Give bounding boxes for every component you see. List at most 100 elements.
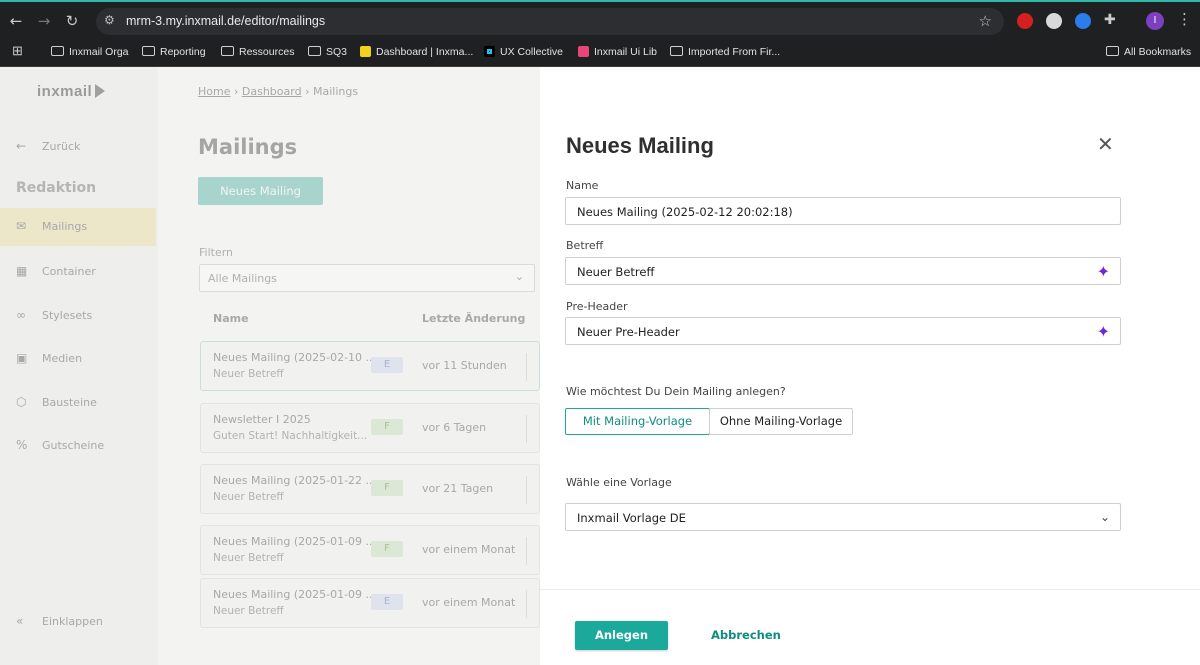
ai-sparkle-icon[interactable]: ✦ xyxy=(1097,322,1110,341)
inxmail-logo: inxmail xyxy=(37,83,106,100)
percent-icon: % xyxy=(16,438,28,452)
status-badge: F xyxy=(371,541,403,557)
breadcrumb: Home › Dashboard › Mailings xyxy=(198,85,358,98)
option-without-template[interactable]: Ohne Mailing-Vorlage xyxy=(709,408,853,435)
extension-gray-icon[interactable] xyxy=(1046,13,1062,29)
bookmark-item[interactable]: UX Collective xyxy=(484,44,563,60)
browser-toolbar: ← → ↻ ⚙ mrm-3.my.inxmail.de/editor/maili… xyxy=(0,0,1200,38)
sidebar-item-stylesets[interactable]: ∞ Stylesets xyxy=(0,297,156,335)
filter-label: Filtern xyxy=(199,246,234,259)
new-mailing-dialog: Neues Mailing ✕ Name Neues Mailing (2025… xyxy=(540,67,1200,665)
status-badge: F xyxy=(371,419,403,435)
breadcrumb-separator: › xyxy=(305,85,313,98)
bookmark-item[interactable]: SQ3 xyxy=(308,44,347,60)
extensions-puzzle-icon[interactable]: ✚ xyxy=(1104,12,1116,28)
bookmark-item[interactable]: Reporting xyxy=(142,44,206,60)
bookmark-item[interactable]: Imported From Fir... xyxy=(670,44,780,60)
breadcrumb-current: Mailings xyxy=(312,85,359,98)
template-value: Inxmail Vorlage DE xyxy=(577,511,686,525)
chevron-down-icon: ⌄ xyxy=(514,270,524,283)
page-title: Mailings xyxy=(198,135,298,159)
grid-icon: ▦ xyxy=(16,264,28,278)
folder-icon xyxy=(142,46,155,56)
sidebar-back[interactable]: ← Zurück xyxy=(0,128,156,166)
close-icon[interactable]: ✕ xyxy=(1097,134,1114,154)
status-badge: F xyxy=(371,480,403,496)
bookmarks-bar: ⊞ Inxmail Orga Reporting Ressources SQ3 … xyxy=(0,38,1200,67)
dialog-footer: Anlegen Abbrechen xyxy=(540,589,1200,665)
site-settings-icon[interactable]: ⚙ xyxy=(104,13,115,27)
table-row[interactable]: Neues Mailing (2025-01-09 ... Neuer Betr… xyxy=(200,578,540,628)
column-header-last-change[interactable]: Letzte Änderung xyxy=(422,312,525,325)
extension-blue-icon[interactable] xyxy=(1075,13,1091,29)
browser-menu-icon[interactable]: ⋮ xyxy=(1177,10,1192,28)
chevron-down-icon: ⌄ xyxy=(1099,510,1110,524)
breadcrumb-separator: › xyxy=(233,85,242,98)
table-row[interactable]: Neues Mailing (2025-02-10 ... Neuer Betr… xyxy=(200,341,540,391)
app-background: inxmail ← Zurück Redaktion ✉ Mailings ▦ … xyxy=(0,67,540,665)
double-chevron-left-icon: « xyxy=(16,614,24,628)
all-bookmarks[interactable]: All Bookmarks xyxy=(1106,44,1191,60)
divider xyxy=(526,590,527,618)
link-icon: ∞ xyxy=(16,308,26,322)
extension-red-icon[interactable] xyxy=(1017,13,1033,29)
bookmark-item[interactable]: Inxmail Ui Lib xyxy=(578,44,657,60)
subject-input[interactable]: Neuer Betreff ✦ xyxy=(565,257,1121,285)
bookmark-item[interactable]: Inxmail Orga xyxy=(51,44,129,60)
create-button[interactable]: Anlegen xyxy=(575,621,668,650)
preheader-value: Neuer Pre-Header xyxy=(577,325,680,339)
table-row[interactable]: Neues Mailing (2025-01-22 ... Neuer Betr… xyxy=(200,464,540,514)
sidebar-item-bausteine[interactable]: ⬡ Bausteine xyxy=(0,384,156,422)
breadcrumb-home[interactable]: Home xyxy=(198,85,230,98)
new-mailing-button[interactable]: Neues Mailing xyxy=(198,177,323,205)
back-arrow-icon[interactable]: ← xyxy=(6,11,26,31)
table-row[interactable]: Neues Mailing (2025-01-09 ... Neuer Betr… xyxy=(200,525,540,575)
main-content: Home › Dashboard › Mailings Mailings Neu… xyxy=(158,67,540,665)
url-text: mrm-3.my.inxmail.de/editor/mailings xyxy=(126,14,326,28)
table-row[interactable]: Newsletter I 2025 Guten Start! Nachhalti… xyxy=(200,403,540,453)
sidebar-item-container[interactable]: ▦ Container xyxy=(0,253,156,291)
subject-value: Neuer Betreff xyxy=(577,265,655,279)
preheader-label: Pre-Header xyxy=(566,300,628,313)
option-with-template[interactable]: Mit Mailing-Vorlage xyxy=(565,408,710,435)
column-header-name[interactable]: Name xyxy=(213,312,249,325)
breadcrumb-dashboard[interactable]: Dashboard xyxy=(242,85,302,98)
sidebar-item-medien[interactable]: ▣ Medien xyxy=(0,340,156,378)
subject-label: Betreff xyxy=(566,239,604,252)
arrow-left-icon: ← xyxy=(16,139,27,153)
cube-icon: ⬡ xyxy=(16,395,27,409)
name-input[interactable]: Neues Mailing (2025-02-12 20:02:18) xyxy=(565,197,1121,225)
preheader-input[interactable]: Neuer Pre-Header ✦ xyxy=(565,317,1121,345)
filter-select[interactable]: Alle Mailings ⌄ xyxy=(199,264,535,292)
cancel-button[interactable]: Abbrechen xyxy=(711,628,781,642)
creation-mode-question: Wie möchtest Du Dein Mailing anlegen? xyxy=(566,385,786,398)
reload-icon[interactable]: ↻ xyxy=(62,11,82,31)
bookmark-item[interactable]: Ressources xyxy=(221,44,294,60)
dashboard-favicon-icon xyxy=(360,46,371,57)
status-badge: E xyxy=(371,594,403,610)
folder-icon xyxy=(308,46,321,56)
ui-lib-favicon-icon xyxy=(578,46,589,57)
bookmark-item[interactable]: Dashboard | Inxma... xyxy=(360,44,473,60)
sidebar-item-gutscheine[interactable]: % Gutscheine xyxy=(0,427,156,465)
folder-icon xyxy=(221,46,234,56)
template-select[interactable]: Inxmail Vorlage DE ⌄ xyxy=(565,503,1121,531)
apps-grid-icon[interactable]: ⊞ xyxy=(12,43,23,59)
template-label: Wähle eine Vorlage xyxy=(566,476,672,489)
divider xyxy=(526,537,527,565)
bookmark-star-icon[interactable]: ☆ xyxy=(979,12,992,30)
address-bar[interactable]: ⚙ mrm-3.my.inxmail.de/editor/mailings ☆ xyxy=(96,8,1004,35)
name-label: Name xyxy=(566,179,599,192)
dialog-title: Neues Mailing xyxy=(566,133,714,158)
sidebar-collapse[interactable]: « Einklappen xyxy=(0,603,156,641)
sidebar: inxmail ← Zurück Redaktion ✉ Mailings ▦ … xyxy=(0,67,158,665)
ai-sparkle-icon[interactable]: ✦ xyxy=(1097,262,1110,281)
status-badge: E xyxy=(371,357,403,373)
profile-avatar[interactable]: I xyxy=(1146,12,1164,30)
forward-arrow-icon[interactable]: → xyxy=(34,11,54,31)
ux-collective-favicon-icon xyxy=(484,46,495,57)
folder-icon xyxy=(1106,46,1119,56)
filter-value: Alle Mailings xyxy=(208,272,277,285)
sidebar-item-mailings[interactable]: ✉ Mailings xyxy=(0,208,156,246)
envelope-icon: ✉ xyxy=(16,219,27,233)
